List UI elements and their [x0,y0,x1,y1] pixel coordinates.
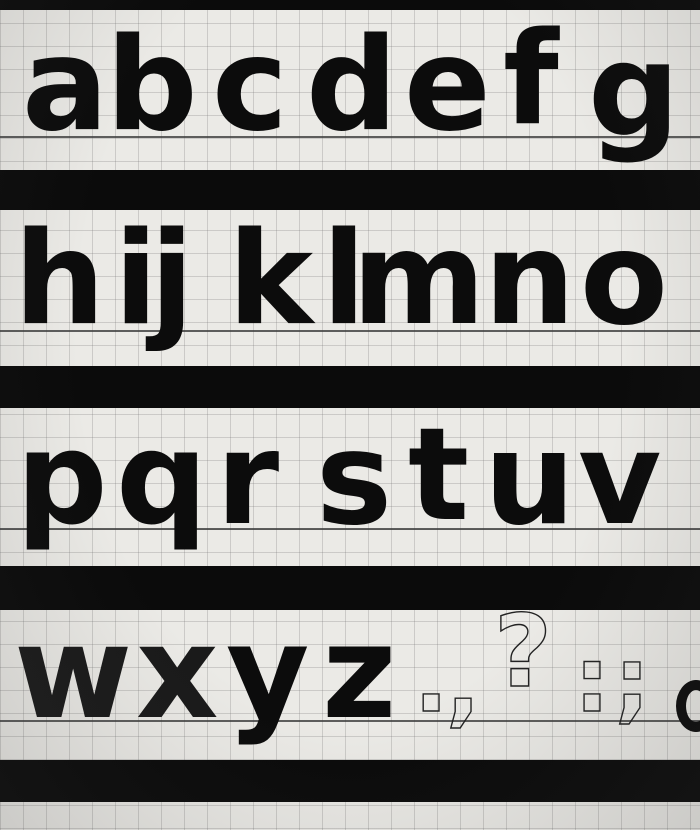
letter-glyph: w [14,599,133,748]
sketch-period: . [413,628,449,733]
letter-row-2: h i j k l m n o [0,200,700,370]
letter-glyph: y [226,599,310,748]
letter-glyph: p [16,405,108,554]
letter-glyph: m [352,205,486,354]
letter-glyph: a [22,11,109,160]
letter-glyph: f [503,5,559,154]
letter-glyph: h [14,205,106,354]
sketch-semicolon: ; [613,628,650,733]
letter-glyph: s [316,405,393,554]
letter-glyph: x [136,599,219,748]
letter-glyph: n [484,205,576,354]
letter-glyph: c [212,11,288,160]
letter-glyph: q [116,405,208,554]
letter-glyph: e [404,11,491,160]
letter-glyph: g [588,17,680,166]
partial-letter-ring [676,680,700,732]
ink-band [0,760,700,802]
letter-glyph: t [408,401,470,550]
sketch-question: ? [493,593,553,710]
letter-row-3: p q r s t u v [0,398,700,568]
letter-glyph: j [150,205,194,354]
letter-glyph: o [580,205,668,354]
sketch-colon: : [573,628,610,733]
letter-glyph: b [106,11,198,160]
graph-paper-sheet: a b c d e f g h i j k l m n o p q r s t … [0,0,700,830]
letter-glyph: k [228,205,314,354]
letter-glyph: r [216,405,280,554]
letter-glyph: v [578,405,662,554]
letter-glyph: u [484,405,576,554]
letter-row-1: a b c d e f g [0,0,700,170]
sketch-comma: , [445,632,481,737]
letter-glyph: z [322,599,397,748]
letter-glyph: d [306,11,398,160]
letter-row-4: w x y z . , ? : ; [0,596,700,766]
